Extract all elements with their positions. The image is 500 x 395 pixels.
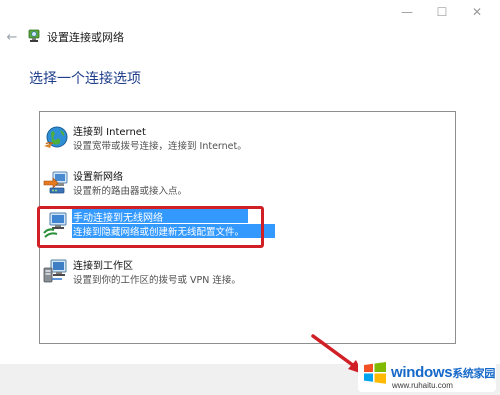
router-setup-icon	[43, 171, 68, 194]
back-button[interactable]: ←	[4, 27, 20, 47]
highlight-annotation-box	[37, 206, 264, 248]
close-button[interactable]: ✕	[463, 0, 491, 24]
window-title: 设置连接或网络	[47, 31, 124, 44]
title-bar: — ☐ ✕	[0, 0, 500, 24]
network-setup-icon	[28, 29, 40, 42]
watermark-url: www.ruhaitu.com	[392, 381, 453, 390]
windows-logo-icon	[364, 362, 386, 384]
watermark-brand: windows系统家园	[391, 364, 495, 381]
option-description: 设置新的路由器或接入点。	[73, 186, 188, 197]
option-description: 设置宽带或拨号连接，连接到 Internet。	[73, 141, 247, 152]
globe-connect-icon	[44, 126, 68, 148]
option-setup-new-network[interactable]: 设置新网络 设置新的路由器或接入点。	[40, 167, 454, 201]
maximize-button[interactable]: ☐	[428, 0, 456, 24]
option-title: 连接到工作区	[73, 261, 133, 272]
option-connect-internet[interactable]: 连接到 Internet 设置宽带或拨号连接，连接到 Internet。	[40, 122, 454, 156]
minimize-button[interactable]: —	[393, 0, 421, 24]
connection-wizard-window: — ☐ ✕ ← 设置连接或网络 选择一个连接选项 连接到 Internet 设置…	[0, 0, 500, 395]
navigation-bar: ← 设置连接或网络	[0, 26, 500, 48]
option-description: 设置到你的工作区的拨号或 VPN 连接。	[73, 275, 241, 286]
site-watermark: windows系统家园 www.ruhaitu.com	[358, 352, 496, 392]
workplace-connect-icon	[43, 259, 67, 283]
option-title: 连接到 Internet	[73, 127, 146, 138]
watermark-brand-cn: 系统家园	[452, 368, 496, 380]
page-title: 选择一个连接选项	[29, 71, 141, 87]
watermark-brand-en: windows	[391, 364, 453, 381]
option-title: 设置新网络	[73, 172, 123, 183]
option-connect-workplace[interactable]: 连接到工作区 设置到你的工作区的拨号或 VPN 连接。	[40, 256, 454, 290]
